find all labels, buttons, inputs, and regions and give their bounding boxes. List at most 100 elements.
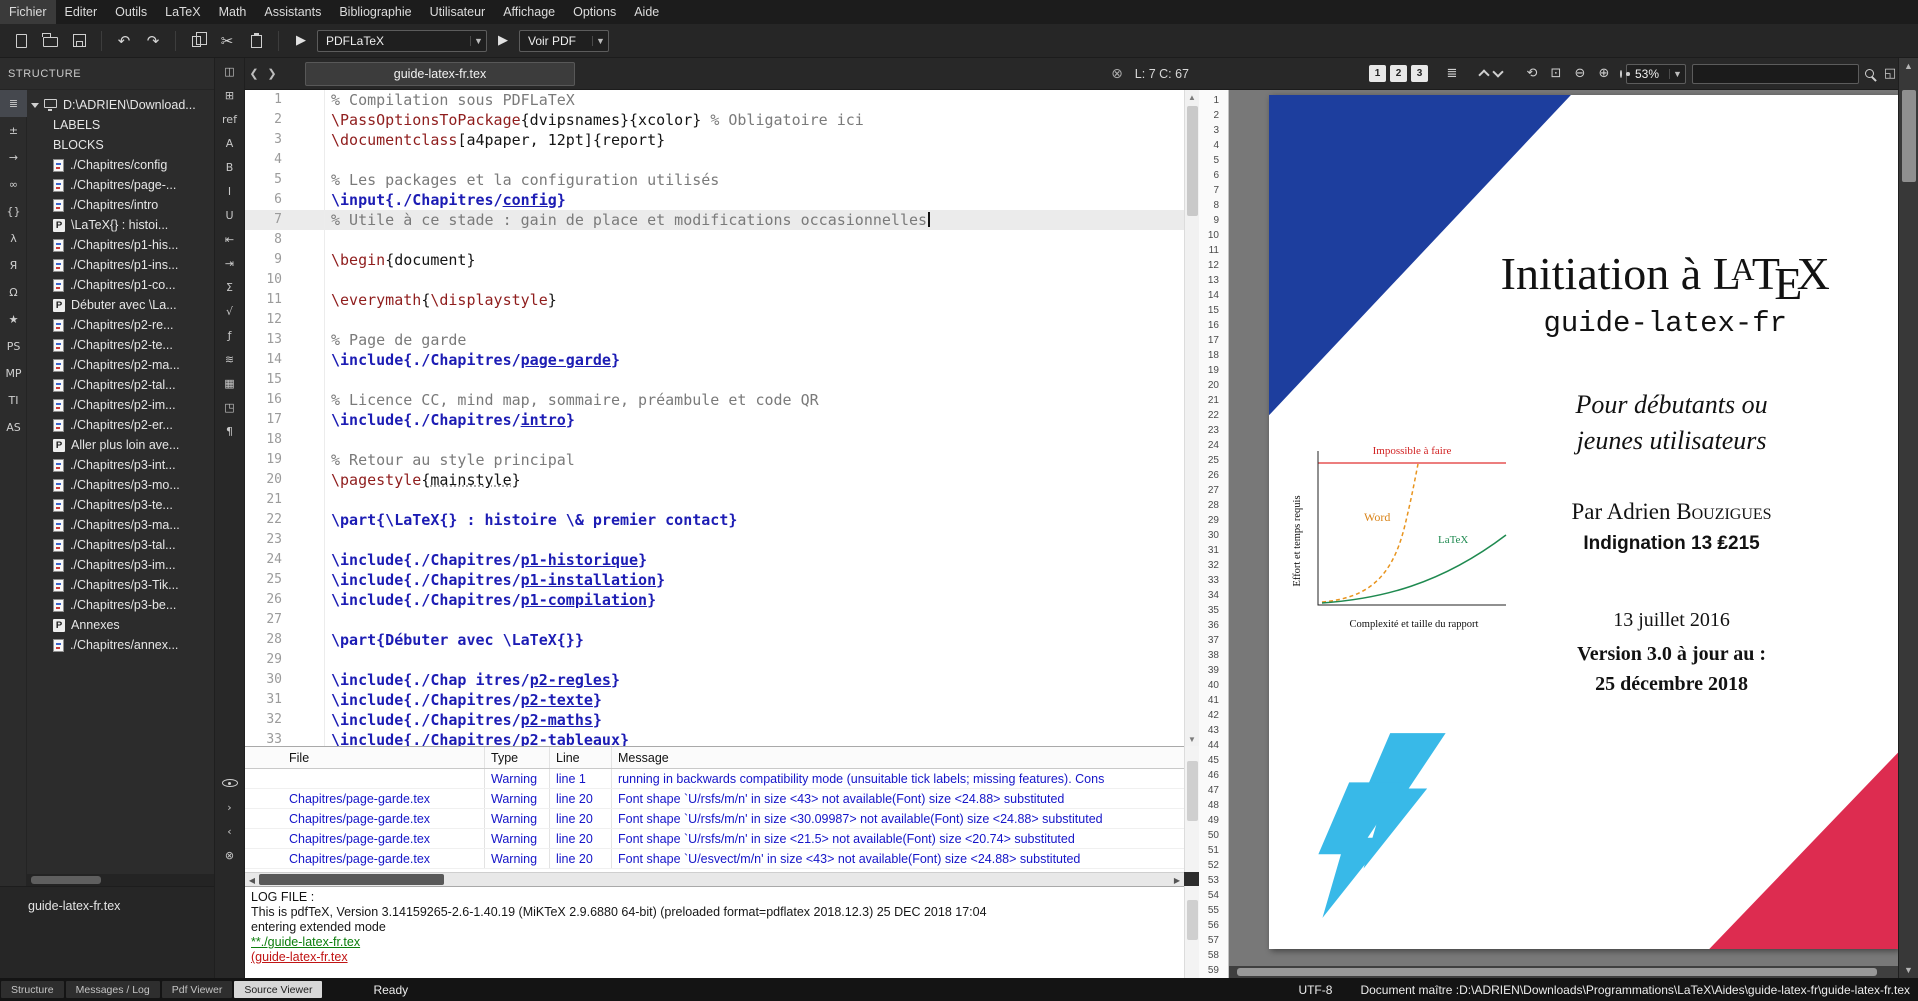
scroll-left-icon[interactable]: ◀: [245, 873, 259, 887]
editor-line[interactable]: 25\include{./Chapitres/p1-installation}: [245, 570, 1184, 590]
message-row[interactable]: Warningline 1running in backwards compat…: [245, 769, 1184, 789]
menu-editer[interactable]: Editer: [56, 0, 107, 24]
editor-line[interactable]: 22\part{\LaTeX{} : histoire \& premier c…: [245, 510, 1184, 530]
log-vertical-scrollbar[interactable]: [1184, 886, 1199, 978]
pdf-page-number[interactable]: 34: [1199, 588, 1228, 603]
scroll-down-icon[interactable]: ▼: [1899, 962, 1918, 978]
editor-line[interactable]: 29: [245, 650, 1184, 670]
dock-panel-icon[interactable]: ◫: [218, 60, 242, 82]
editor-line[interactable]: 24\include{./Chapitres/p1-historique}: [245, 550, 1184, 570]
stop-compile-icon[interactable]: ⊗: [218, 844, 242, 866]
search-icon[interactable]: [1865, 69, 1874, 78]
tree-item[interactable]: BLOCKS: [27, 135, 214, 155]
scroll-right-icon[interactable]: ▶: [1170, 873, 1184, 887]
view-log-icon[interactable]: [218, 772, 242, 794]
pdf-page-number[interactable]: 46: [1199, 768, 1228, 783]
tilde-icon[interactable]: ≋: [218, 348, 242, 370]
scrollbar-thumb[interactable]: [1187, 900, 1198, 940]
menu-math[interactable]: Math: [210, 0, 256, 24]
pdf-page-number[interactable]: 12: [1199, 258, 1228, 273]
pdf-page-number[interactable]: 19: [1199, 363, 1228, 378]
scrollbar-thumb[interactable]: [1902, 90, 1916, 182]
misc-symbols-icon[interactable]: ∞: [0, 171, 27, 198]
paragraph-icon[interactable]: ¶: [218, 420, 242, 442]
compile-command-select[interactable]: PDFLaTeX ▼: [317, 30, 487, 52]
tree-item[interactable]: PDébuter avec \La...: [27, 295, 214, 315]
editor-line[interactable]: 21: [245, 490, 1184, 510]
tree-item[interactable]: ./Chapitres/p2-te...: [27, 335, 214, 355]
editor-line[interactable]: 20\pagestyle{mainstyle}: [245, 470, 1184, 490]
tree-item[interactable]: ./Chapitres/p2-re...: [27, 315, 214, 335]
expander-icon[interactable]: [31, 103, 39, 108]
open-file-item[interactable]: guide-latex-fr.tex: [0, 887, 214, 913]
pdf-page-number[interactable]: 7: [1199, 183, 1228, 198]
menu-utilisateur[interactable]: Utilisateur: [421, 0, 495, 24]
editor-line[interactable]: 16% Licence CC, mind map, sommaire, préa…: [245, 390, 1184, 410]
message-row[interactable]: Chapitres/page-garde.texWarningline 20Fo…: [245, 809, 1184, 829]
scrollbar-thumb[interactable]: [1187, 761, 1198, 821]
scroll-down-icon[interactable]: ▼: [1185, 732, 1199, 746]
label-icon[interactable]: A: [218, 132, 242, 154]
pdf-page-number[interactable]: 57: [1199, 933, 1228, 948]
frame-icon[interactable]: ◳: [218, 396, 242, 418]
editor-line[interactable]: 2\PassOptionsToPackage{dvipsnames}{xcolo…: [245, 110, 1184, 130]
source-editor[interactable]: 1% Compilation sous PDFLaTeX2\PassOption…: [245, 90, 1184, 746]
page-layout-2-icon[interactable]: 2: [1390, 65, 1407, 82]
previous-document-button[interactable]: ❮: [245, 64, 263, 84]
pdf-horizontal-scrollbar[interactable]: [1229, 966, 1898, 978]
page-layout-3-icon[interactable]: 3: [1411, 65, 1428, 82]
pdf-vertical-scrollbar[interactable]: ▲ ▼: [1898, 58, 1918, 978]
pdf-page-number[interactable]: 23: [1199, 423, 1228, 438]
pdf-page-number[interactable]: 4: [1199, 138, 1228, 153]
message-row[interactable]: Chapitres/page-garde.texWarningline 20Fo…: [245, 849, 1184, 869]
menu-bibliographie[interactable]: Bibliographie: [330, 0, 420, 24]
pdf-page-number[interactable]: 47: [1199, 783, 1228, 798]
pdf-page-number[interactable]: 3: [1199, 123, 1228, 138]
italic-icon[interactable]: I: [218, 180, 242, 202]
tree-item[interactable]: ./Chapitres/p3-Tik...: [27, 575, 214, 595]
structure-horizontal-scrollbar[interactable]: [27, 874, 214, 886]
pdf-page-number[interactable]: 1: [1199, 93, 1228, 108]
detach-viewer-icon[interactable]: ◱: [1880, 66, 1900, 81]
pdf-page-number[interactable]: 49: [1199, 813, 1228, 828]
menu-options[interactable]: Options: [564, 0, 625, 24]
menu-aide[interactable]: Aide: [625, 0, 668, 24]
pdf-page-number[interactable]: 39: [1199, 663, 1228, 678]
tree-item[interactable]: ./Chapitres/config: [27, 155, 214, 175]
pdf-page-number[interactable]: 59: [1199, 963, 1228, 978]
cut-button[interactable]: ✂: [214, 28, 240, 54]
editor-line[interactable]: 33\include{./Chapitres/p2-tableaux}: [245, 730, 1184, 746]
menu-latex[interactable]: LaTeX: [156, 0, 209, 24]
pdf-page-number[interactable]: 55: [1199, 903, 1228, 918]
editor-line[interactable]: 15: [245, 370, 1184, 390]
document-tab[interactable]: guide-latex-fr.tex: [305, 62, 575, 86]
tree-item[interactable]: P\LaTeX{} : histoi...: [27, 215, 214, 235]
editor-vertical-scrollbar[interactable]: ▲ ▼: [1184, 90, 1199, 746]
pdf-page-number[interactable]: 53: [1199, 873, 1228, 888]
zoom-in-icon[interactable]: ⊕: [1594, 66, 1614, 81]
bold-icon[interactable]: B: [218, 156, 242, 178]
menu-affichage[interactable]: Affichage: [494, 0, 564, 24]
redo-button[interactable]: ↷: [140, 28, 166, 54]
tree-item[interactable]: ./Chapitres/page-...: [27, 175, 214, 195]
scrollbar-thumb[interactable]: [31, 876, 101, 884]
pdf-page-number[interactable]: 40: [1199, 678, 1228, 693]
tree-item[interactable]: ./Chapitres/p3-im...: [27, 555, 214, 575]
tree-item[interactable]: ./Chapitres/p2-tal...: [27, 375, 214, 395]
rotate-view-icon[interactable]: ⟲: [1522, 66, 1542, 81]
delimiters-icon[interactable]: {}: [0, 198, 27, 225]
tree-item[interactable]: LABELS: [27, 115, 214, 135]
panel-toggle-messages-log[interactable]: Messages / Log: [66, 981, 160, 998]
pdf-page-number[interactable]: 5: [1199, 153, 1228, 168]
editor-line[interactable]: 3\documentclass[a4paper, 12pt]{report}: [245, 130, 1184, 150]
cyrillic-symbols-icon[interactable]: Я: [0, 252, 27, 279]
view-command-select[interactable]: Voir PDF ▼: [519, 30, 609, 52]
scroll-up-icon[interactable]: ▲: [1185, 90, 1199, 104]
pdf-page-number[interactable]: 11: [1199, 243, 1228, 258]
message-row[interactable]: Chapitres/page-garde.texWarningline 20Fo…: [245, 789, 1184, 809]
tree-item[interactable]: ./Chapitres/p1-co...: [27, 275, 214, 295]
structure-panel-icon[interactable]: ≣: [0, 90, 27, 117]
menu-assistants[interactable]: Assistants: [255, 0, 330, 24]
pdf-page-number[interactable]: 24: [1199, 438, 1228, 453]
pdf-page-number[interactable]: 36: [1199, 618, 1228, 633]
